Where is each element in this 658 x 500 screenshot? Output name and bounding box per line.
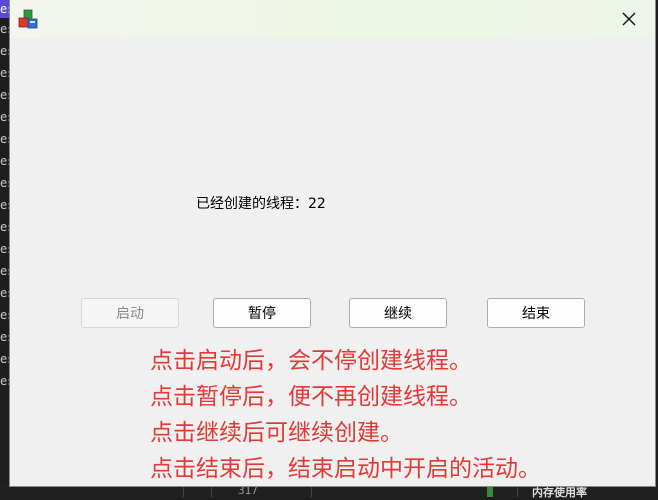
pause-button[interactable]: 暂停	[213, 298, 311, 328]
start-button[interactable]: 启动	[81, 298, 179, 328]
close-icon	[622, 12, 636, 26]
resume-button[interactable]: 继续	[349, 298, 447, 328]
instruction-note: 点击暂停后，便不再创建线程。	[150, 384, 472, 410]
instruction-note: 点击启动后，会不停创建线程。	[150, 348, 472, 374]
end-button[interactable]: 结束	[487, 298, 585, 328]
app-cubes-icon	[18, 9, 38, 29]
app-window: 已经创建的线程：22 启动 暂停 继续 结束 点击启动后，会不停创建线程。 点击…	[9, 0, 656, 487]
instruction-note: 点击结束后，结束启动中开启的活动。	[150, 456, 541, 482]
title-bar[interactable]	[10, 0, 655, 38]
background-green-indicator	[487, 486, 493, 497]
thread-count-label: 已经创建的线程：22	[196, 196, 326, 212]
instruction-note: 点击继续后可继续创建。	[150, 420, 403, 446]
close-button[interactable]	[615, 7, 643, 31]
